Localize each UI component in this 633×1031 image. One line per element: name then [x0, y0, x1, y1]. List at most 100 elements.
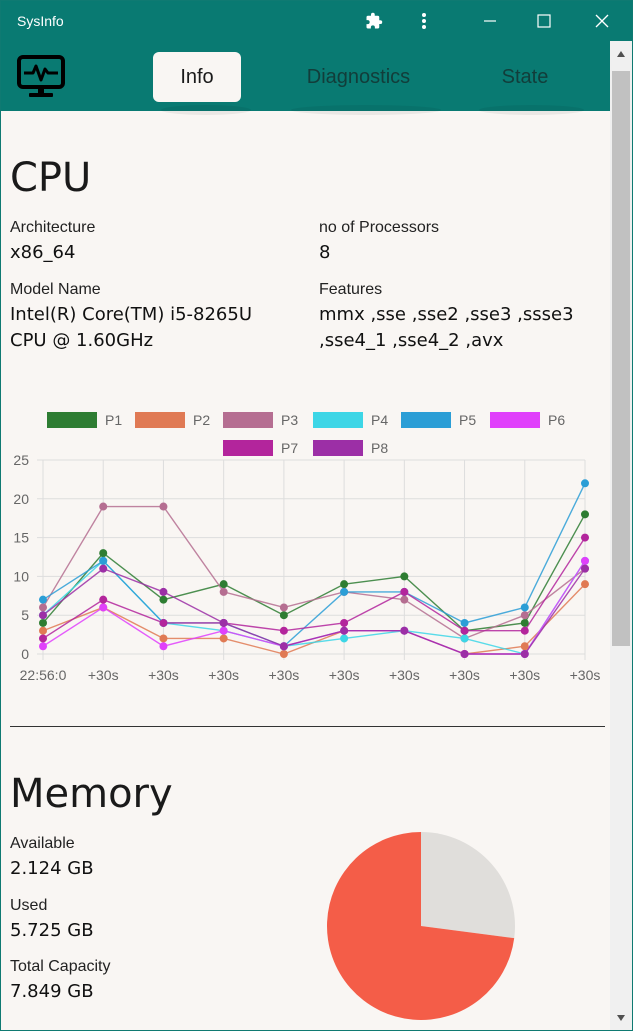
memory-heading: Memory [10, 771, 173, 817]
data-point-p7 [460, 626, 469, 635]
data-point-p7 [159, 618, 168, 627]
y-tick-label: 25 [13, 452, 29, 468]
data-point-p1 [581, 510, 589, 519]
data-point-p3 [99, 502, 108, 511]
legend-swatch [490, 412, 540, 428]
y-tick-label: 10 [13, 568, 29, 584]
x-tick-label: +30s [509, 667, 540, 683]
features-value-line1: mmx ,sse ,sse2 ,sse3 ,ssse3 [319, 304, 574, 325]
available-label: Available [10, 835, 75, 852]
model-name-value-line2: CPU @ 1.60GHz [10, 330, 154, 351]
close-icon[interactable] [579, 1, 625, 41]
data-point-p4 [460, 634, 469, 643]
legend-item-p6[interactable]: P6 [490, 412, 565, 428]
section-divider [10, 726, 605, 727]
processors-value: 8 [319, 242, 331, 263]
y-tick-label: 20 [13, 491, 29, 507]
legend-label: P5 [459, 412, 477, 428]
y-tick-label: 5 [21, 607, 29, 623]
legend-label: P3 [281, 412, 299, 428]
legend-label: P4 [371, 412, 389, 428]
x-tick-label: +30s [389, 667, 420, 683]
data-point-p1 [520, 618, 529, 627]
features-label: Features [319, 281, 383, 298]
architecture-label: Architecture [10, 219, 96, 236]
data-point-p3 [39, 603, 47, 612]
tab-state[interactable]: State [479, 52, 571, 102]
legend-swatch [401, 412, 451, 428]
total-capacity-value: 7.849 GB [10, 981, 94, 1002]
data-point-p1 [219, 580, 228, 589]
x-tick-label: +30s [208, 667, 239, 683]
scroll-down-arrow-icon[interactable] [612, 1009, 630, 1027]
data-point-p2 [39, 626, 47, 635]
y-tick-label: 15 [13, 530, 29, 546]
data-point-p7 [520, 626, 529, 635]
info-content: CPU Architecture x86_64 no of Processors… [1, 111, 610, 1030]
data-point-p1 [279, 611, 288, 620]
data-point-p4 [340, 634, 349, 643]
legend-item-p2[interactable]: P2 [135, 412, 210, 428]
total-capacity-label: Total Capacity [10, 958, 111, 975]
x-tick-label: +30s [269, 667, 300, 683]
data-point-p7 [99, 595, 108, 604]
data-point-p6 [581, 556, 589, 565]
x-tick-label: 22:56:0 [20, 667, 67, 683]
x-tick-label: +30s [148, 667, 179, 683]
data-point-p3 [159, 502, 168, 511]
scrollbar-thumb[interactable] [612, 71, 630, 646]
data-point-p5 [581, 479, 589, 488]
data-point-p3 [400, 595, 409, 604]
data-point-p2 [219, 634, 228, 643]
data-point-p1 [159, 595, 168, 604]
more-vert-icon[interactable] [401, 1, 447, 41]
legend-label: P2 [193, 412, 211, 428]
minimize-icon[interactable] [467, 1, 513, 41]
data-point-p8 [99, 564, 108, 573]
scroll-up-arrow-icon[interactable] [612, 45, 630, 63]
data-point-p8 [581, 564, 589, 573]
puzzle-icon[interactable] [351, 1, 397, 41]
legend-item-p5[interactable]: P5 [401, 412, 476, 428]
data-point-p5 [520, 603, 529, 612]
y-tick-label: 0 [21, 646, 29, 662]
model-name-value-line1: Intel(R) Core(TM) i5-8265U [10, 304, 253, 325]
legend-label: P1 [105, 412, 123, 428]
x-tick-label: +30s [88, 667, 119, 683]
data-point-p7 [581, 533, 589, 542]
legend-item-p1[interactable]: P1 [47, 412, 122, 428]
model-name-label: Model Name [10, 281, 101, 298]
maximize-icon[interactable] [521, 1, 567, 41]
x-tick-label: +30s [329, 667, 360, 683]
data-point-p8 [219, 618, 228, 627]
window-title: SysInfo [17, 13, 64, 29]
data-point-p6 [39, 642, 47, 651]
data-point-p7 [279, 626, 288, 635]
legend-item-p3[interactable]: P3 [223, 412, 298, 428]
data-point-p2 [159, 634, 168, 643]
used-label: Used [10, 897, 48, 914]
series-line-p8 [42, 567, 586, 655]
cpu-usage-chart: 0 5 10 15 20 25 22:56:0 +30s +30s +30s +30s +30s +30… [13, 452, 600, 683]
data-point-p8 [340, 626, 349, 635]
legend-swatch [313, 412, 363, 428]
data-point-p5 [39, 595, 47, 604]
data-point-p5 [99, 556, 108, 565]
data-point-p7 [340, 618, 349, 627]
data-point-p7 [39, 634, 47, 643]
cpu-heading: CPU [10, 155, 92, 201]
title-bar: SysInfo [1, 1, 632, 41]
data-point-p6 [99, 603, 108, 612]
used-value: 5.725 GB [10, 920, 94, 941]
tab-info[interactable]: Info [153, 52, 241, 102]
processors-label: no of Processors [319, 219, 440, 236]
data-point-p6 [159, 642, 168, 651]
monitor-pulse-icon [17, 55, 65, 99]
tab-diagnostics[interactable]: Diagnostics [286, 52, 431, 102]
legend-swatch [47, 412, 97, 428]
available-value: 2.124 GB [10, 858, 94, 879]
data-point-p8 [159, 587, 168, 596]
pie-slice-available [421, 832, 515, 939]
data-point-p7 [400, 587, 409, 596]
legend-item-p4[interactable]: P4 [313, 412, 388, 428]
